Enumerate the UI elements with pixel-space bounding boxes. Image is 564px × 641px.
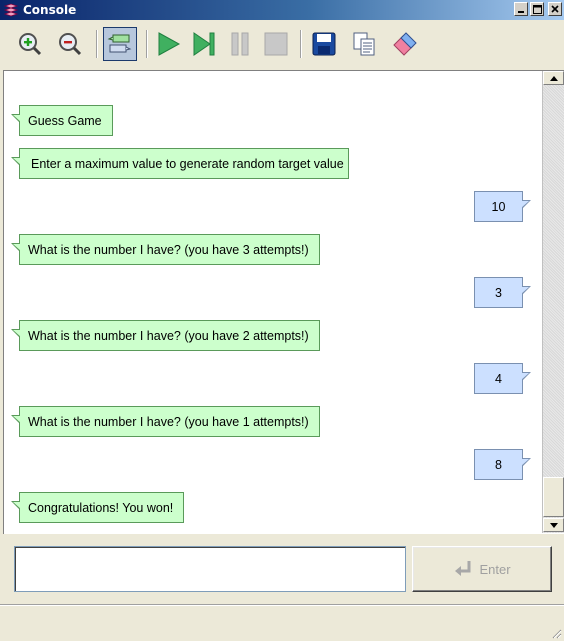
- zoom-in-button[interactable]: [13, 27, 47, 61]
- pause-button[interactable]: [223, 27, 257, 61]
- close-button[interactable]: [548, 2, 562, 16]
- message-bubble: Guess Game: [11, 105, 113, 136]
- message-bubble: What is the number I have? (you have 3 a…: [11, 234, 320, 265]
- scroll-up-button[interactable]: [543, 71, 564, 85]
- maximize-button[interactable]: [530, 2, 544, 16]
- message-bubble: 4: [474, 363, 531, 394]
- message-view-icon: [107, 34, 132, 53]
- vertical-scrollbar[interactable]: [542, 71, 564, 533]
- message-bubble: 3: [474, 277, 531, 308]
- status-bar: [0, 604, 564, 641]
- eraser-icon: [393, 32, 417, 56]
- window-title: Console: [23, 3, 77, 17]
- save-icon: [312, 32, 336, 56]
- resize-grip-icon[interactable]: [550, 627, 562, 639]
- minimize-icon: [518, 11, 524, 13]
- clear-button[interactable]: [387, 27, 421, 61]
- copy-button[interactable]: [347, 27, 381, 61]
- copy-icon: [353, 32, 375, 56]
- arrow-up-icon: [549, 75, 558, 81]
- message-bubble: Congratulations! You won!: [10, 492, 185, 523]
- close-icon: [551, 5, 559, 13]
- enter-button-label: Enter: [479, 561, 511, 577]
- step-icon: [193, 32, 215, 56]
- step-button[interactable]: [187, 27, 221, 61]
- scroll-down-button[interactable]: [543, 518, 564, 532]
- pause-icon: [231, 32, 249, 56]
- message-bubble: What is the number I have? (you have 1 a…: [11, 406, 320, 437]
- maximize-icon: [532, 4, 542, 14]
- arrow-down-icon: [549, 522, 558, 528]
- zoom-out-button[interactable]: [53, 27, 87, 61]
- console-input[interactable]: [14, 546, 406, 592]
- message-bubble: 10: [474, 191, 531, 222]
- message-bubble: What is the number I have? (you have 2 a…: [11, 320, 320, 351]
- message-bubble: Enter a maximum value to generate random…: [11, 148, 349, 179]
- enter-arrow-icon: [455, 561, 471, 576]
- message-list: Guess Game Enter a maximum value to gene…: [4, 71, 541, 533]
- minimize-button[interactable]: [514, 2, 528, 16]
- message-bubble: 8: [474, 449, 531, 480]
- enter-button[interactable]: Enter: [412, 546, 552, 592]
- app-icon: [4, 3, 18, 17]
- scroll-thumb[interactable]: [543, 477, 564, 517]
- run-icon: [158, 32, 181, 56]
- title-bar: Console: [0, 0, 564, 20]
- toolbar: [0, 21, 564, 69]
- message-view-toggle[interactable]: [103, 27, 137, 61]
- console-panel: Guess Game Enter a maximum value to gene…: [3, 70, 564, 534]
- zoom-in-icon: [19, 33, 42, 56]
- run-button[interactable]: [151, 27, 185, 61]
- stop-icon: [264, 32, 288, 56]
- stop-button[interactable]: [259, 27, 293, 61]
- save-button[interactable]: [307, 27, 341, 61]
- zoom-out-icon: [59, 33, 82, 56]
